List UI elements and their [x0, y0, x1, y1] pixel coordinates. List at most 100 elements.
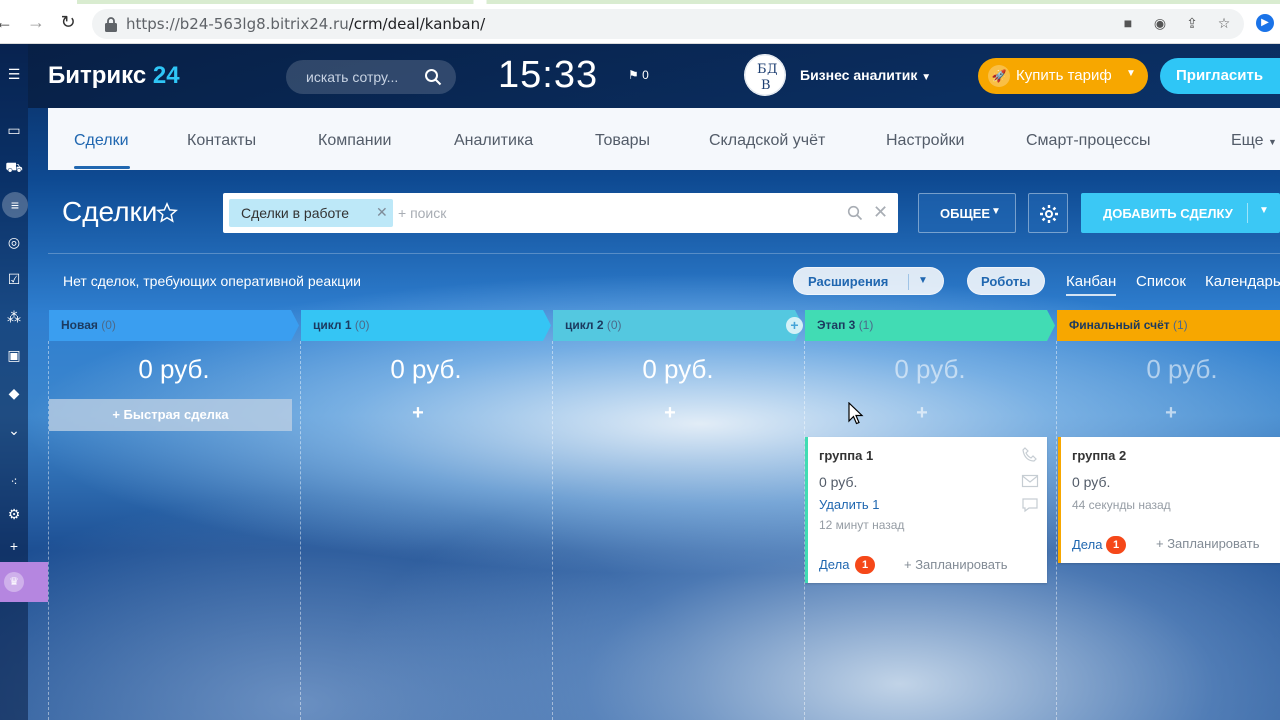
- stage-name: цикл 1 (0): [313, 318, 370, 332]
- filter-tag[interactable]: Сделки в работе ✕: [229, 199, 393, 227]
- add-deal-button[interactable]: ДОБАВИТЬ СДЕЛКУ ▼: [1081, 193, 1280, 233]
- search-icon[interactable]: [847, 205, 863, 221]
- cart-icon[interactable]: ⛟: [4, 157, 24, 177]
- stage-header-new[interactable]: Новая (0): [49, 310, 299, 341]
- forward-icon[interactable]: →: [26, 12, 46, 32]
- tab-inventory[interactable]: Складской учёт: [709, 132, 825, 150]
- add-stage-icon[interactable]: +: [786, 317, 803, 334]
- gear-icon: [1040, 205, 1058, 223]
- add-deal-plus[interactable]: +: [797, 402, 1047, 425]
- camera-icon[interactable]: ■: [1120, 16, 1136, 30]
- stage-sum: 0 руб.: [642, 354, 714, 384]
- contact-card-icon[interactable]: ▣: [4, 345, 24, 365]
- invite-button[interactable]: Пригласить ▼: [1160, 58, 1280, 94]
- deal-card[interactable]: группа 2 0 руб. 44 секунды назад Дела 1 …: [1058, 437, 1280, 563]
- deal-client-link[interactable]: Удалить 1: [819, 497, 879, 512]
- settings-gear-icon[interactable]: ⚙: [4, 504, 24, 524]
- deal-title[interactable]: группа 1: [819, 448, 873, 463]
- plan-activity-link[interactable]: + Запланировать: [904, 557, 1007, 572]
- search-icon[interactable]: [424, 68, 442, 86]
- target-icon[interactable]: ◎: [4, 232, 24, 252]
- card-stage-bar: [1058, 437, 1061, 563]
- email-icon[interactable]: [1021, 473, 1039, 489]
- stage-header-cycle-2[interactable]: цикл 2 (0): [553, 310, 803, 341]
- favorite-star-icon[interactable]: [156, 202, 178, 224]
- address-bar[interactable]: https://b24-563lg8.bitrix24.ru/crm/deal/…: [92, 9, 1244, 39]
- card-stage-bar: [805, 437, 808, 583]
- kanban-settings-button[interactable]: [1028, 193, 1068, 233]
- stage-count: (1): [1172, 318, 1188, 332]
- bitrix24-logo[interactable]: Битрикс 24: [48, 62, 180, 90]
- tab-companies[interactable]: Компании: [318, 132, 392, 150]
- crm-filter-icon[interactable]: ≡: [2, 192, 28, 218]
- url-text: https://b24-563lg8.bitrix24.ru/crm/deal/…: [126, 15, 485, 33]
- share-icon[interactable]: ⇪: [1184, 16, 1200, 30]
- tab-analytics[interactable]: Аналитика: [454, 132, 533, 150]
- add-deal-plus[interactable]: +: [1046, 402, 1280, 425]
- buy-plan-button[interactable]: 🚀 Купить тариф ▼: [978, 58, 1148, 94]
- remove-filter-icon[interactable]: ✕: [376, 204, 388, 221]
- stage-count: (0): [606, 318, 622, 332]
- employee-search-input[interactable]: искать сотру...: [286, 60, 456, 94]
- tasks-board-icon[interactable]: ▭: [4, 120, 24, 140]
- deal-activities-link[interactable]: Дела: [819, 557, 849, 572]
- chevron-down-icon: ▼: [991, 206, 1001, 217]
- stage-label: Новая: [61, 318, 98, 332]
- flag-counter[interactable]: ⚑ 0: [628, 68, 649, 82]
- view-list[interactable]: Список: [1136, 273, 1186, 290]
- tab-deals[interactable]: Сделки: [74, 132, 129, 150]
- profile-icon[interactable]: ▶: [1256, 14, 1274, 32]
- button-separator: [908, 274, 909, 290]
- stage-header-stage-3[interactable]: Этап 3 (1): [805, 310, 1055, 341]
- hide-eye-icon[interactable]: ◉: [1152, 16, 1168, 30]
- checkbox-icon[interactable]: ☑: [4, 269, 24, 289]
- sitemap-icon[interactable]: ⁖: [4, 472, 24, 492]
- box-icon[interactable]: ◆: [4, 383, 24, 403]
- tab-contacts[interactable]: Контакты: [187, 132, 256, 150]
- chevron-down-icon: ▼: [1268, 137, 1277, 147]
- quick-deal-button[interactable]: + Быстрая сделка: [49, 399, 292, 431]
- tab-more[interactable]: Еще ▼: [1231, 132, 1277, 150]
- view-kanban[interactable]: Канбан: [1066, 273, 1117, 296]
- back-icon[interactable]: ←: [0, 12, 14, 32]
- chevron-down-icon[interactable]: ▼: [1259, 205, 1269, 216]
- tab-settings[interactable]: Настройки: [886, 132, 964, 150]
- network-icon[interactable]: ⁂: [4, 307, 24, 327]
- add-plus-icon[interactable]: +: [4, 536, 24, 556]
- avatar[interactable]: Б Д В: [744, 54, 786, 96]
- view-calendar[interactable]: Календарь: [1205, 273, 1280, 290]
- chat-icon[interactable]: [1021, 497, 1039, 513]
- robots-button[interactable]: Роботы: [967, 267, 1045, 295]
- deal-filter-search[interactable]: Сделки в работе ✕ + поиск ✕: [223, 193, 898, 233]
- add-deal-label: ДОБАВИТЬ СДЕЛКУ: [1103, 206, 1233, 221]
- general-category-button[interactable]: ОБЩЕЕ ▼: [918, 193, 1016, 233]
- deal-card[interactable]: группа 1 0 руб. Удалить 1 12 минут назад…: [805, 437, 1047, 583]
- extensions-button[interactable]: Расширения ▼: [793, 267, 944, 295]
- chevron-circle-icon[interactable]: ⌄: [4, 420, 24, 440]
- bookmark-star-icon[interactable]: ☆: [1216, 16, 1232, 30]
- add-deal-plus[interactable]: +: [545, 402, 795, 425]
- stage-header-cycle-1[interactable]: цикл 1 (0): [301, 310, 551, 341]
- tab-products[interactable]: Товары: [595, 132, 650, 150]
- plan-activity-link[interactable]: + Запланировать: [1156, 536, 1259, 551]
- reload-icon[interactable]: ↻: [58, 12, 78, 32]
- column-divider: [48, 341, 49, 720]
- deal-sum: 0 руб.: [819, 474, 858, 490]
- deal-title[interactable]: группа 2: [1072, 448, 1126, 463]
- clear-search-icon[interactable]: ✕: [873, 202, 888, 222]
- upgrade-crown-tile[interactable]: ♛: [0, 562, 48, 602]
- quick-deal-label: Быстрая сделка: [123, 407, 229, 422]
- robots-label: Роботы: [981, 274, 1031, 289]
- tab-more-label: Еще: [1231, 132, 1264, 149]
- phone-icon[interactable]: [1021, 447, 1039, 463]
- logo-text: Битрикс: [48, 62, 147, 89]
- clock[interactable]: 15:33: [498, 54, 598, 97]
- stage-header-final-invoice[interactable]: Финальный счёт (1): [1057, 310, 1280, 341]
- tab-smart-processes[interactable]: Смарт-процессы: [1026, 132, 1151, 150]
- svg-text:Д: Д: [767, 62, 778, 77]
- deal-activities-link[interactable]: Дела: [1072, 537, 1102, 552]
- add-deal-plus[interactable]: +: [293, 402, 543, 425]
- menu-hamburger-icon[interactable]: ☰: [4, 64, 24, 84]
- activity-count-badge: 1: [855, 556, 875, 574]
- user-name-menu[interactable]: Бизнес аналитик ▼: [800, 67, 931, 83]
